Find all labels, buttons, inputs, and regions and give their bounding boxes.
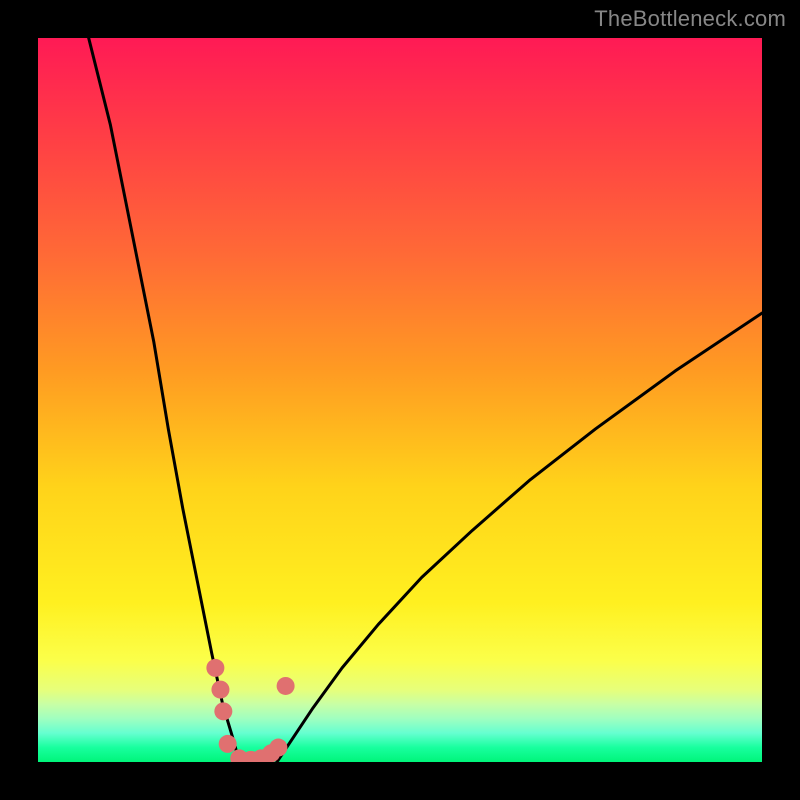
watermark-text: TheBottleneck.com xyxy=(594,6,786,32)
chart-frame: TheBottleneck.com xyxy=(0,0,800,800)
curve-lines xyxy=(89,38,762,762)
marker-dot xyxy=(214,702,232,720)
series-left-branch xyxy=(89,38,240,762)
marker-dot xyxy=(277,677,295,695)
marker-dot xyxy=(219,735,237,753)
chart-svg xyxy=(38,38,762,762)
marker-dot xyxy=(211,681,229,699)
plot-area xyxy=(38,38,762,762)
outlier-markers xyxy=(206,659,294,762)
series-right-branch xyxy=(277,313,762,762)
marker-dot xyxy=(206,659,224,677)
marker-dot xyxy=(269,739,287,757)
